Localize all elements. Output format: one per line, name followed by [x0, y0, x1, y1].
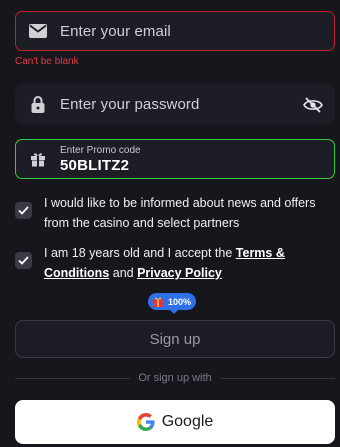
news-consent-text: I would like to be informed about news a… [44, 196, 316, 230]
email-error-message: Can't be blank [15, 56, 79, 67]
mail-icon [28, 21, 48, 41]
consent-row-news: I would like to be informed about news a… [15, 193, 335, 233]
gift-box-icon [152, 297, 164, 307]
news-consent-checkbox[interactable] [15, 202, 32, 219]
bonus-badge: 100% [148, 293, 197, 314]
social-divider: Or sign up with [15, 372, 335, 384]
google-logo-icon [136, 413, 155, 431]
terms-consent-text: I am 18 years old and I accept the Terms… [44, 243, 319, 283]
privacy-policy-link[interactable]: Privacy Policy [137, 266, 222, 280]
consent-row-terms: I am 18 years old and I accept the Terms… [15, 243, 335, 283]
divider-text: Or sign up with [138, 372, 212, 384]
gift-icon [28, 149, 48, 169]
divider-line-left [15, 377, 131, 379]
lock-icon [28, 94, 48, 114]
eye-off-icon[interactable] [302, 94, 324, 116]
promo-code-value[interactable]: 50BLITZ2 [60, 158, 141, 173]
promo-code-field[interactable]: Enter Promo code 50BLITZ2 [15, 139, 335, 179]
bonus-badge-text: 100% [168, 296, 192, 307]
promo-code-label: Enter Promo code [60, 144, 141, 156]
terms-consent-checkbox[interactable] [15, 252, 32, 269]
password-field[interactable]: Enter your password [15, 84, 335, 124]
password-placeholder: Enter your password [60, 95, 200, 113]
checkmark-icon [18, 256, 29, 265]
checkmark-icon [18, 206, 29, 215]
terms-text-middle: and [109, 266, 138, 280]
google-label: Google [161, 413, 214, 430]
promo-code-content: Enter Promo code 50BLITZ2 [60, 144, 141, 173]
sign-up-label: Sign up [149, 330, 201, 348]
terms-text-before: I am 18 years old and I accept the [44, 246, 236, 260]
email-placeholder: Enter your email [60, 22, 171, 40]
divider-line-right [219, 377, 335, 379]
google-signup-button[interactable]: Google [15, 400, 335, 444]
email-field[interactable]: Enter your email [15, 11, 335, 51]
sign-up-button[interactable]: Sign up [15, 320, 335, 358]
